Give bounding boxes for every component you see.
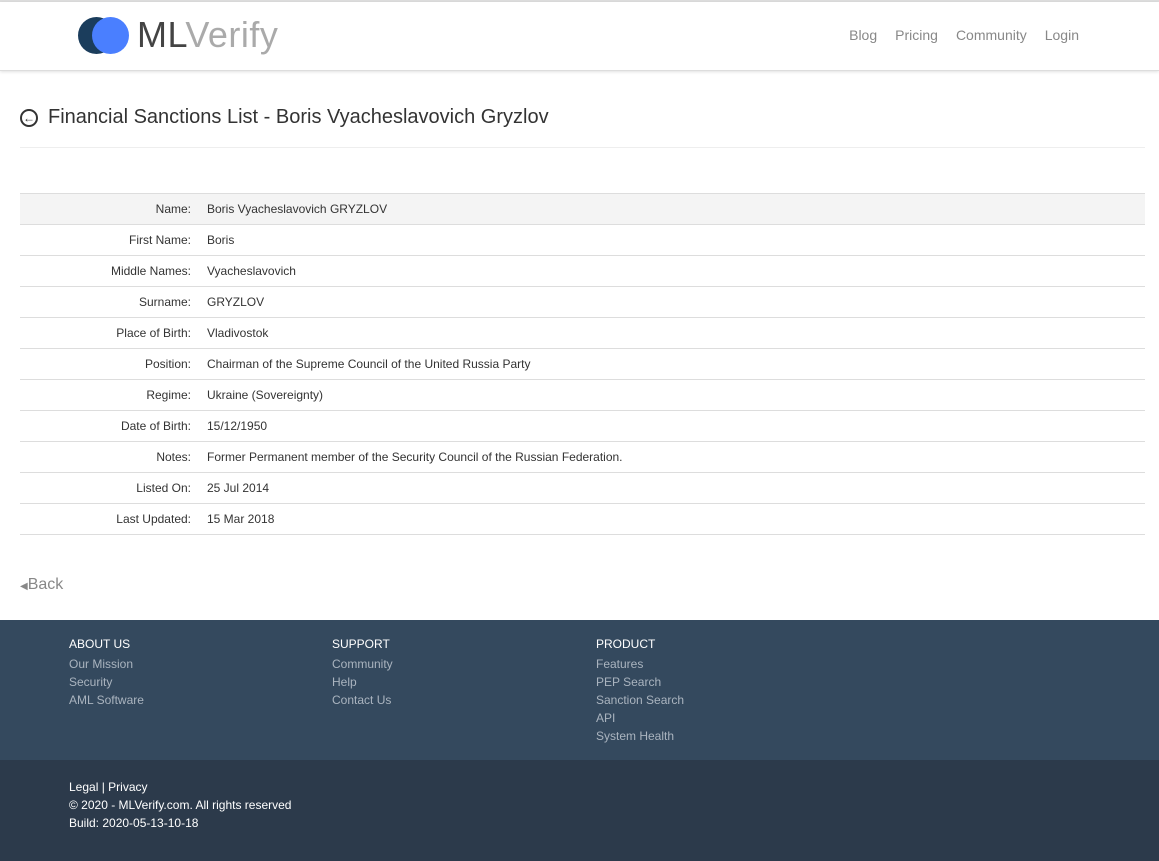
build-info: Build: 2020-05-13-10-18: [69, 816, 199, 830]
field-label: Middle Names:: [110, 264, 191, 278]
field-label: Notes:: [156, 450, 191, 464]
field-value: Boris: [207, 233, 235, 247]
footer-support: SUPPORT Community Help Contact Us: [332, 637, 393, 709]
field-value: Chairman of the Supreme Council of the U…: [207, 357, 531, 371]
footer-product: PRODUCT Features PEP Search Sanction Sea…: [596, 637, 684, 745]
table-row: Place of Birth: Vladivostok: [20, 317, 1145, 349]
field-value: 15/12/1950: [207, 419, 268, 433]
table-row: First Name: Boris: [20, 224, 1145, 256]
field-value: 25 Jul 2014: [207, 481, 270, 495]
footer-link-security[interactable]: Security: [69, 673, 144, 691]
footer-link-system-health[interactable]: System Health: [596, 727, 684, 745]
separator: |: [98, 780, 109, 794]
footer-link-sanction-search[interactable]: Sanction Search: [596, 691, 684, 709]
back-circle-icon[interactable]: ←: [20, 108, 38, 127]
nav-blog[interactable]: Blog: [849, 27, 877, 43]
privacy-link[interactable]: Privacy: [108, 780, 147, 794]
table-row: Middle Names: Vyacheslavovich: [20, 255, 1145, 287]
logo[interactable]: MLVerify: [78, 14, 278, 56]
field-label: First Name:: [128, 233, 191, 247]
table-row: Name: Boris Vyacheslavovich GRYZLOV: [20, 193, 1145, 225]
footer-product-title: PRODUCT: [596, 637, 656, 651]
nav-pricing[interactable]: Pricing: [895, 27, 938, 43]
table-row: Surname: GRYZLOV: [20, 286, 1145, 318]
field-value: GRYZLOV: [207, 295, 265, 309]
footer-bottom: Legal | Privacy © 2020 - MLVerify.com. A…: [0, 760, 1159, 861]
nav-community[interactable]: Community: [956, 27, 1027, 43]
logo-ml: ML: [137, 14, 186, 55]
field-value: Ukraine (Sovereignty): [207, 388, 324, 402]
field-value: Former Permanent member of the Security …: [207, 450, 623, 464]
field-label: Name:: [155, 202, 191, 216]
legal-link[interactable]: Legal: [69, 780, 98, 794]
caret-left-icon: ◀: [20, 581, 28, 592]
divider: [20, 147, 1145, 148]
footer-link-features[interactable]: Features: [596, 655, 684, 673]
table-row: Listed On: 25 Jul 2014: [20, 472, 1145, 504]
field-label: Listed On:: [136, 481, 191, 495]
back-link[interactable]: ◀Back: [20, 576, 63, 594]
field-label: Position:: [144, 357, 191, 371]
footer-link-our-mission[interactable]: Our Mission: [69, 655, 144, 673]
navbar: MLVerify Blog Pricing Community Login: [0, 2, 1159, 71]
field-label: Regime:: [146, 388, 191, 402]
table-row: Regime: Ukraine (Sovereignty): [20, 379, 1145, 411]
footer-link-api[interactable]: API: [596, 709, 684, 727]
nav-login[interactable]: Login: [1045, 27, 1079, 43]
footer-link-community[interactable]: Community: [332, 655, 393, 673]
footer-link-help[interactable]: Help: [332, 673, 393, 691]
field-value: 15 Mar 2018: [207, 512, 275, 526]
copyright: © 2020 - MLVerify.com. All rights reserv…: [69, 798, 292, 812]
back-label: Back: [27, 576, 64, 593]
logo-verify: Verify: [185, 14, 279, 55]
page-title-text: Financial Sanctions List - Boris Vyaches…: [48, 106, 549, 128]
logo-icon: [78, 16, 130, 54]
footer-about: ABOUT US Our Mission Security AML Softwa…: [69, 637, 144, 709]
footer-links: ABOUT US Our Mission Security AML Softwa…: [0, 620, 1159, 760]
table-row: Position: Chairman of the Supreme Council…: [20, 348, 1145, 380]
field-value: Boris Vyacheslavovich GRYZLOV: [207, 202, 388, 216]
field-label: Place of Birth:: [116, 326, 191, 340]
footer-about-title: ABOUT US: [69, 637, 131, 651]
details-table: Name: Boris Vyacheslavovich GRYZLOV First …: [20, 193, 1145, 535]
table-row: Last Updated: 15 Mar 2018: [20, 503, 1145, 535]
footer-support-title: SUPPORT: [332, 637, 390, 651]
footer-link-aml-software[interactable]: AML Software: [69, 691, 144, 709]
field-value: Vyacheslavovich: [207, 264, 296, 278]
field-value: Vladivostok: [207, 326, 269, 340]
footer-link-contact-us[interactable]: Contact Us: [332, 691, 393, 709]
field-label: Surname:: [138, 295, 191, 309]
footer-link-pep-search[interactable]: PEP Search: [596, 673, 684, 691]
field-label: Date of Birth:: [120, 419, 191, 433]
table-row: Notes: Former Permanent member of the Sec…: [20, 441, 1145, 473]
field-label: Last Updated:: [116, 512, 191, 526]
table-row: Date of Birth: 15/12/1950: [20, 410, 1145, 442]
page-title: ← Financial Sanctions List - Boris Vyache…: [20, 106, 549, 129]
